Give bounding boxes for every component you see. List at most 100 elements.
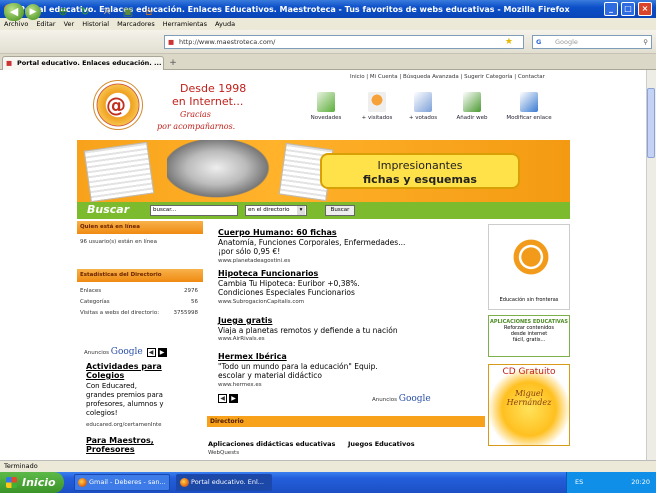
ad-url[interactable]: www.SubrogacionCapitalis.com bbox=[218, 299, 304, 305]
google-engine-icon[interactable]: G bbox=[536, 36, 541, 48]
menu-historial[interactable]: Historial bbox=[82, 20, 109, 28]
chevron-down-icon: ▾ bbox=[297, 206, 305, 215]
banner-skull-image bbox=[167, 140, 277, 202]
left-ad2-title[interactable]: Para Maestros, Profesores bbox=[86, 436, 154, 454]
close-button[interactable]: × bbox=[638, 2, 652, 16]
directory-header: Directorio bbox=[207, 416, 485, 427]
windows-flag-icon bbox=[6, 477, 17, 488]
slogan-accompany: por acompañarnos. bbox=[157, 122, 236, 131]
scrollbar-thumb[interactable] bbox=[647, 88, 655, 158]
logo-at-symbol: @ bbox=[106, 93, 126, 117]
taskbar-item-portal[interactable]: Portal educativo. Enl... bbox=[176, 474, 272, 491]
top-links[interactable]: Inicio | Mi Cuenta | Búsqueda Avanzada |… bbox=[350, 74, 545, 80]
ads-prev-button[interactable]: ◀ bbox=[146, 348, 156, 357]
reload-icon[interactable]: ↻ bbox=[78, 4, 92, 20]
url-text: http://www.maestroteca.com/ bbox=[179, 38, 276, 46]
menu-ayuda[interactable]: Ayuda bbox=[215, 20, 235, 28]
history-dropdown-icon[interactable]: ⊕ bbox=[56, 4, 70, 20]
bookmark-star-icon[interactable]: ★ bbox=[505, 36, 513, 48]
apps-banner[interactable]: APLICACIONES EDUCATIVAS Reforzar conteni… bbox=[488, 315, 570, 357]
language-indicator[interactable]: ES bbox=[575, 472, 583, 493]
banner-sheet-image bbox=[83, 141, 155, 202]
window-titlebar[interactable]: Portal educativo. Enlaces educación. Enl… bbox=[0, 0, 656, 18]
back-button[interactable]: ◀ bbox=[4, 3, 24, 21]
center-ads-next-button[interactable]: ▶ bbox=[229, 394, 238, 403]
download-icon[interactable]: ▣ bbox=[121, 4, 135, 20]
tool-anadir-web[interactable]: Añadir web bbox=[452, 92, 492, 121]
slogan-since: Desde 1998 en Internet... bbox=[172, 82, 247, 108]
stat-row: Enlaces 2976 bbox=[80, 288, 198, 294]
left-ad-url[interactable]: educared.org/certamenInte bbox=[86, 422, 161, 428]
home-icon[interactable]: ⌂ bbox=[142, 4, 156, 20]
tool-novedades[interactable]: Novedades bbox=[306, 92, 346, 121]
tool-mas-votados[interactable]: + votados bbox=[403, 92, 443, 121]
most-visited-icon bbox=[368, 92, 386, 112]
stats-header: Estadísticas del Directorio bbox=[77, 269, 203, 282]
promo-banner[interactable]: Impresionantes fichas y esquemas bbox=[77, 140, 570, 202]
menu-herramientas[interactable]: Herramientas bbox=[163, 20, 207, 28]
online-count: 96 usuario(s) están en línea bbox=[80, 239, 157, 245]
ad-url[interactable]: www.AirRivals.es bbox=[218, 336, 265, 342]
ad-title[interactable]: Hermex Ibérica bbox=[218, 352, 287, 361]
new-tab-button[interactable]: + bbox=[166, 57, 180, 69]
banner-message: Impresionantes fichas y esquemas bbox=[320, 153, 520, 189]
directory-category[interactable]: Juegos Educativos bbox=[348, 440, 415, 449]
menu-editar[interactable]: Editar bbox=[36, 20, 55, 28]
forward-button[interactable]: ▶ bbox=[25, 4, 41, 20]
site-search-button[interactable]: Buscar bbox=[325, 205, 355, 216]
stop-icon[interactable]: ✕ bbox=[100, 4, 114, 20]
search-scope-select[interactable]: en el directorio ▾ bbox=[245, 205, 307, 216]
maestroteca-logo[interactable]: @ bbox=[93, 80, 143, 130]
tab-maestroteca[interactable]: ■ Portal educativo. Enlaces educación. .… bbox=[2, 56, 164, 70]
stat-row: Categorías 56 bbox=[80, 299, 198, 305]
left-ad-title[interactable]: Actividades para Colegios bbox=[86, 362, 162, 380]
stat-row: Visitas a webs del directorio: 3755998 bbox=[80, 310, 198, 316]
ads-next-button[interactable]: ▶ bbox=[157, 348, 167, 357]
ad-title[interactable]: Hipoteca Funcionarios bbox=[218, 269, 318, 278]
education-caption: Educación sin fronteras bbox=[499, 297, 559, 303]
menu-bar: Archivo Editar Ver Historial Marcadores … bbox=[0, 18, 656, 30]
tool-modificar-enlace[interactable]: Modificar enlace bbox=[506, 92, 552, 121]
search-label: Buscar bbox=[87, 203, 130, 216]
search-bar[interactable]: G Google ⚲ bbox=[532, 35, 652, 49]
page-viewport: Inicio | Mi Cuenta | Búsqueda Avanzada |… bbox=[0, 70, 646, 460]
education-banner[interactable]: Educación sin fronteras bbox=[488, 224, 570, 310]
ad-title[interactable]: Cuerpo Humano: 60 fichas bbox=[218, 228, 337, 237]
ad-url[interactable]: www.hermex.es bbox=[218, 382, 262, 388]
slogan-thanks: Gracias bbox=[180, 110, 211, 119]
center-ads-nav: ◀ ▶ bbox=[216, 394, 238, 403]
status-bar: Terminado bbox=[0, 460, 656, 472]
search-magnifier-icon[interactable]: ⚲ bbox=[643, 36, 648, 48]
sun-logo-icon bbox=[509, 235, 553, 279]
menu-archivo[interactable]: Archivo bbox=[4, 20, 28, 28]
directory-subcategory[interactable]: WebQuests bbox=[208, 450, 239, 456]
menu-marcadores[interactable]: Marcadores bbox=[117, 20, 155, 28]
site-favicon-icon: ■ bbox=[168, 38, 175, 46]
online-header: Quien está en línea bbox=[77, 221, 203, 234]
taskbar-item-gmail[interactable]: Gmail - Deberes - san... bbox=[74, 474, 170, 491]
left-ad-body: Con Educared, grandes premios para profe… bbox=[86, 382, 164, 417]
maximize-button[interactable]: □ bbox=[621, 2, 635, 16]
start-button[interactable]: Inicio bbox=[0, 472, 64, 493]
cd-banner[interactable]: CD Gratuito Miguel Hernández bbox=[488, 364, 570, 446]
ad-body: "Todo un mundo para la educación" Equip.… bbox=[218, 362, 378, 380]
news-arrow-icon bbox=[317, 92, 335, 112]
site-search-input[interactable]: buscar... bbox=[150, 205, 238, 216]
ad-body: Viaja a planetas remotos y defiende a tu… bbox=[218, 326, 398, 335]
directory-category[interactable]: Aplicaciones didácticas educativas bbox=[208, 440, 335, 449]
add-web-icon bbox=[463, 92, 481, 112]
url-bar[interactable]: ■ http://www.maestroteca.com/ ★ bbox=[164, 35, 524, 49]
left-ads-label: Anuncios Google ◀ ▶ bbox=[84, 347, 167, 357]
search-placeholder: Google bbox=[555, 38, 578, 46]
center-ads-prev-button[interactable]: ◀ bbox=[218, 394, 227, 403]
tab-favicon-icon: ■ bbox=[6, 59, 13, 67]
menu-ver[interactable]: Ver bbox=[64, 20, 75, 28]
minimize-button[interactable]: _ bbox=[604, 2, 618, 16]
ad-url[interactable]: www.planetadeagostini.es bbox=[218, 258, 290, 264]
clock[interactable]: 20:20 bbox=[631, 478, 650, 486]
ad-body: Anatomía, Funciones Corporales, Enfermed… bbox=[218, 238, 406, 256]
most-voted-check-icon bbox=[414, 92, 432, 112]
tool-mas-visitados[interactable]: + visitados bbox=[357, 92, 397, 121]
tab-label: Portal educativo. Enlaces educación. ... bbox=[17, 59, 162, 67]
ad-title[interactable]: Juega gratis bbox=[218, 316, 272, 325]
